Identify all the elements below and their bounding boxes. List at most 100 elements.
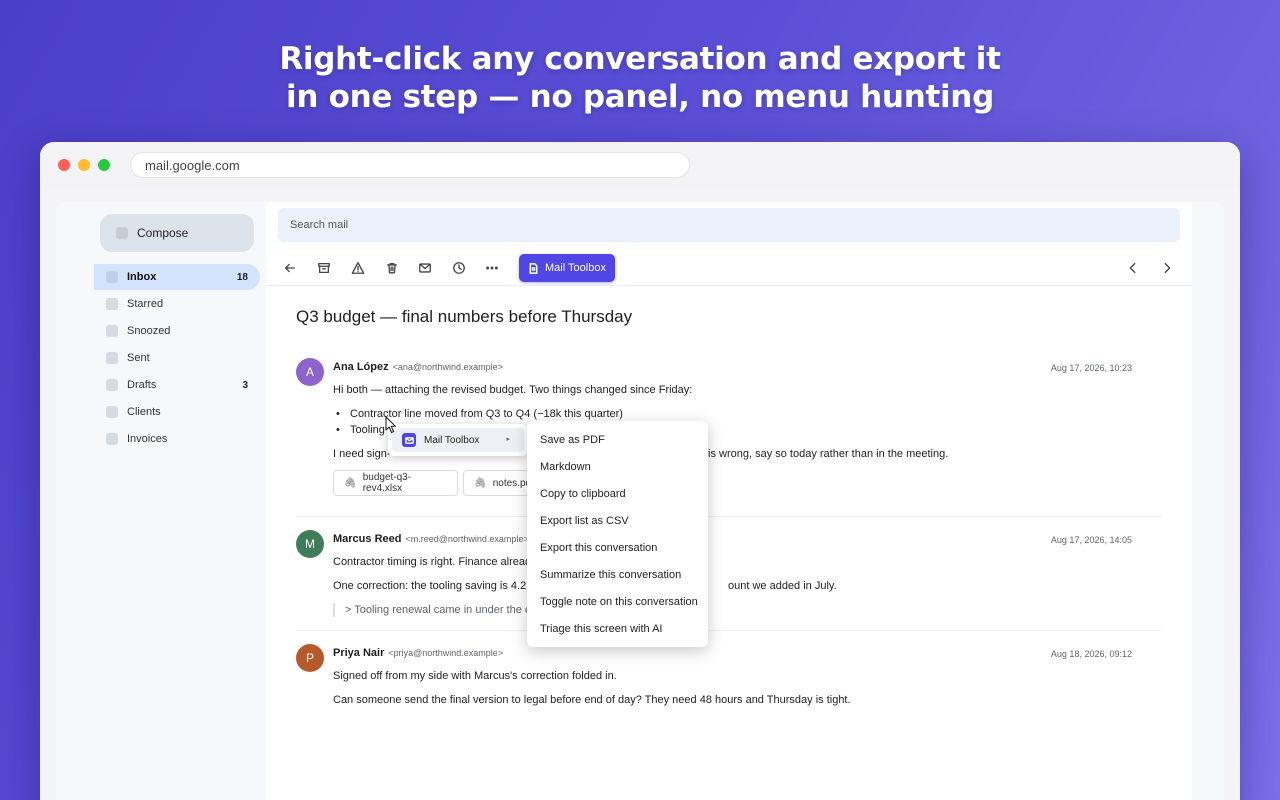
reading-pane: Search mail Mail Toolbox Q3 budget — fin… <box>266 202 1192 800</box>
message-body-line: Contractor timing is right. Finance alre… <box>333 556 537 568</box>
message-date: Aug 18, 2026, 09:12 <box>1050 649 1132 659</box>
message-divider <box>296 516 1162 517</box>
sidebar-item-label: Clients <box>127 406 161 418</box>
context-menu-mail-toolbox[interactable]: Mail Toolbox ▸ <box>392 428 524 452</box>
quoted-text: > Tooling renewal came in under the e <box>333 603 531 617</box>
paperclip-icon: 🖇 <box>474 477 487 489</box>
send-icon <box>106 352 118 364</box>
sender-name[interactable]: Priya Nair <box>333 647 384 659</box>
message-date: Aug 17, 2026, 14:05 <box>1050 535 1132 545</box>
menu-item-export-csv[interactable]: Export list as CSV <box>527 507 708 534</box>
back-icon[interactable] <box>280 258 300 278</box>
sidebar-item-label: Snoozed <box>127 325 171 337</box>
chevron-right-icon[interactable] <box>1157 258 1177 278</box>
compose-label: Compose <box>137 226 189 240</box>
sidebar-item-snoozed[interactable]: Snoozed <box>94 318 260 344</box>
menu-item-markdown[interactable]: Markdown <box>527 453 708 480</box>
sidebar-item-invoices[interactable]: Invoices <box>94 426 260 452</box>
sidebar-item-sent[interactable]: Sent <box>94 345 260 371</box>
avatar-initial: P <box>305 651 314 665</box>
browser-chrome: mail.google.com <box>40 142 1240 188</box>
sender-name[interactable]: Marcus Reed <box>333 533 401 545</box>
context-submenu: Save as PDF Markdown Copy to clipboard E… <box>527 421 708 647</box>
message-sender: Marcus Reed <m.reed@northwind.example> <box>333 533 529 545</box>
sender-email: <ana@northwind.example> <box>392 362 503 372</box>
maximize-window-button[interactable] <box>98 159 110 171</box>
sidebar: Compose Inbox 18 Starred Snoozed Sent Dr… <box>56 202 266 800</box>
message-body-line: is wrong, say so today rather than in th… <box>708 448 949 460</box>
menu-item-export-conversation[interactable]: Export this conversation <box>527 534 708 561</box>
menu-item-triage-ai[interactable]: Triage this screen with AI <box>527 615 708 642</box>
menu-item-toggle-note[interactable]: Toggle note on this conversation <box>527 588 708 615</box>
thread-subject: Q3 budget — final numbers before Thursda… <box>296 307 633 326</box>
attachment-chip[interactable]: 🖇 budget-q3-rev4.xlsx <box>333 470 458 496</box>
sidebar-item-inbox[interactable]: Inbox 18 <box>94 264 260 290</box>
close-window-button[interactable] <box>58 159 70 171</box>
mail-toolbox-icon <box>402 433 416 447</box>
context-menu: Mail Toolbox ▸ <box>388 424 528 456</box>
mail-toolbox-label: Mail Toolbox <box>545 262 606 274</box>
avatar: P <box>296 644 324 672</box>
mark-unread-icon[interactable] <box>415 258 435 278</box>
compose-button[interactable]: Compose <box>100 214 254 252</box>
message-date: Aug 17, 2026, 10:23 <box>1050 363 1132 373</box>
search-placeholder: Search mail <box>290 219 349 231</box>
avatar-initial: M <box>305 537 315 551</box>
label-icon <box>106 433 118 445</box>
message-body-line: Signed off from my side with Marcus's co… <box>333 670 617 682</box>
attachment-name: notes.pd <box>492 477 532 489</box>
message-priya: P Priya Nair <priya@northwind.example> Au… <box>296 644 1162 724</box>
sender-name[interactable]: Ana López <box>333 361 389 373</box>
sender-email: <m.reed@northwind.example> <box>405 534 529 544</box>
message-body-line: I need sign- <box>333 448 391 460</box>
address-bar[interactable]: mail.google.com <box>130 152 690 178</box>
sidebar-nav: Inbox 18 Starred Snoozed Sent Drafts 3 C… <box>94 264 260 453</box>
menu-item-save-as-pdf[interactable]: Save as PDF <box>527 426 708 453</box>
star-icon <box>106 298 118 310</box>
headline-line-2: in one step — no panel, no menu hunting <box>286 79 994 115</box>
message-bullet: Tooling <box>336 424 385 436</box>
avatar-initial: A <box>305 365 314 379</box>
inbox-icon <box>106 271 118 283</box>
menu-item-copy-to-clipboard[interactable]: Copy to clipboard <box>527 480 708 507</box>
submenu-arrow-icon: ▸ <box>506 436 510 443</box>
delete-icon[interactable] <box>382 258 402 278</box>
menu-item-summarize[interactable]: Summarize this conversation <box>527 561 708 588</box>
document-icon <box>529 262 538 274</box>
minimize-window-button[interactable] <box>78 159 90 171</box>
sidebar-item-label: Invoices <box>127 433 168 445</box>
address-bar-url: mail.google.com <box>145 157 240 173</box>
snooze-icon[interactable] <box>449 258 469 278</box>
message-body-line: ount we added in July. <box>728 580 837 592</box>
headline: Right-click any conversation and export … <box>0 40 1280 116</box>
message-toolbar: Mail Toolbox <box>266 250 1192 286</box>
sidebar-item-label: Inbox <box>127 271 157 283</box>
message-sender: Ana López <ana@northwind.example> <box>333 361 503 373</box>
sender-email: <priya@northwind.example> <box>388 648 504 658</box>
sidebar-item-starred[interactable]: Starred <box>94 291 260 317</box>
message-body-line: One correction: the tooling saving is 4.… <box>333 580 532 592</box>
sidebar-item-label: Sent <box>127 352 150 364</box>
headline-line-1: Right-click any conversation and export … <box>279 41 1001 77</box>
report-spam-icon[interactable] <box>348 258 368 278</box>
message-body-line: Can someone send the final version to le… <box>333 694 851 706</box>
sidebar-item-clients[interactable]: Clients <box>94 399 260 425</box>
mail-toolbox-button[interactable]: Mail Toolbox <box>519 254 615 282</box>
message-marcus: M Marcus Reed <m.reed@northwind.example> … <box>296 530 1162 620</box>
chevron-left-icon[interactable] <box>1123 258 1143 278</box>
mouse-cursor-icon <box>385 416 396 433</box>
avatar: A <box>296 358 324 386</box>
sidebar-item-drafts[interactable]: Drafts 3 <box>94 372 260 398</box>
search-input[interactable]: Search mail <box>278 208 1180 242</box>
draft-icon <box>106 379 118 391</box>
context-menu-label: Mail Toolbox <box>424 434 480 446</box>
message-divider <box>296 630 1162 631</box>
label-icon <box>106 406 118 418</box>
unread-count: 18 <box>236 271 248 283</box>
message-sender: Priya Nair <priya@northwind.example> <box>333 647 503 659</box>
avatar: M <box>296 530 324 558</box>
archive-icon[interactable] <box>314 258 334 278</box>
more-options-icon[interactable] <box>482 258 502 278</box>
sidebar-item-label: Starred <box>127 298 164 310</box>
clock-icon <box>106 325 118 337</box>
